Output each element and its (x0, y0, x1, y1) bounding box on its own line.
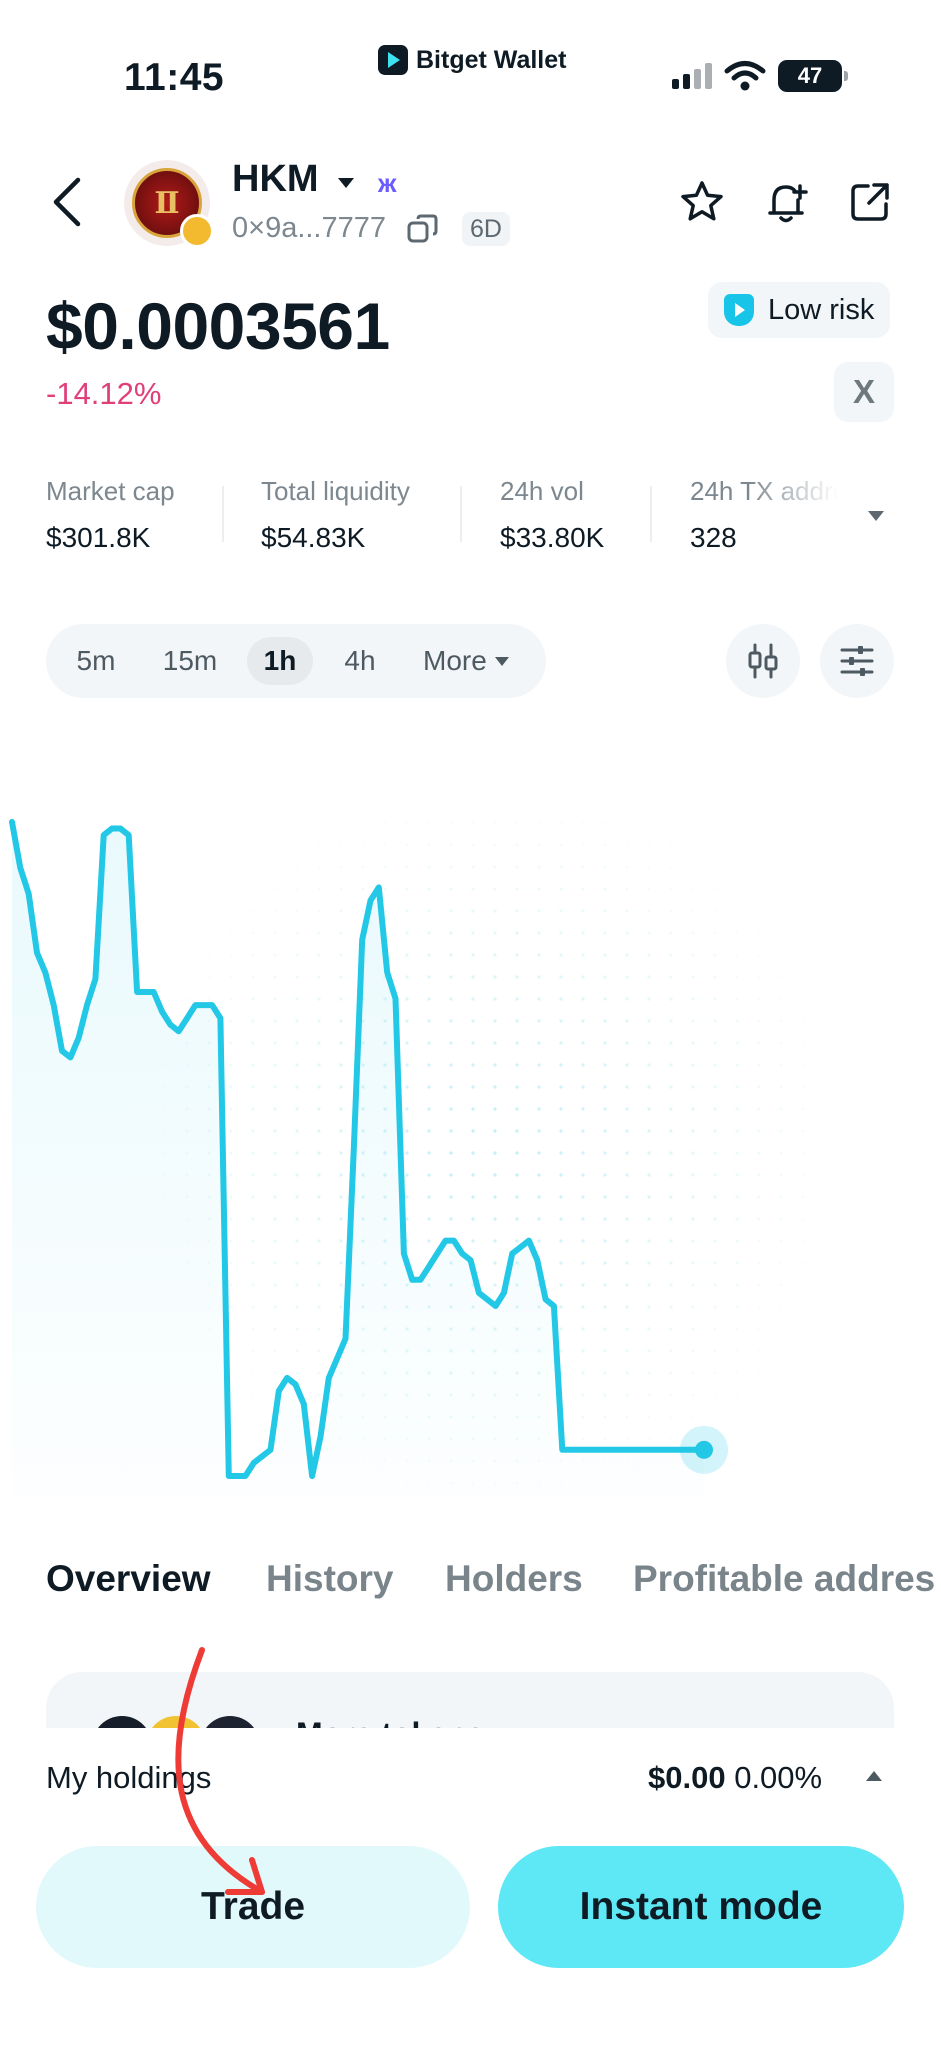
sliders-icon (840, 646, 874, 676)
tab-profitable-addresses[interactable]: Profitable addres (633, 1558, 935, 1600)
stat-liquidity-label: Total liquidity (261, 476, 410, 506)
status-time: 11:45 (124, 56, 225, 99)
holdings-label: My holdings (46, 1760, 212, 1795)
chart-settings-button[interactable] (820, 624, 894, 698)
contract-address: 0×9a...7777 (232, 212, 387, 244)
price-change: -14.12% (46, 376, 162, 411)
price-line-chart[interactable] (0, 790, 941, 1510)
app-name: Bitget Wallet (416, 45, 567, 74)
stat-volume-label: 24h vol (500, 476, 584, 506)
tab-overview[interactable]: Overview (46, 1558, 211, 1600)
stats-expand-icon[interactable] (868, 511, 884, 521)
trade-button[interactable]: Trade (36, 1846, 470, 1968)
stats-fade (748, 470, 868, 560)
holdings-percent: 0.00% (734, 1760, 823, 1795)
risk-label: Low risk (768, 293, 875, 326)
candlestick-icon (748, 643, 778, 679)
wifi-icon (724, 61, 766, 91)
stat-divider (222, 486, 224, 542)
token-dropdown-icon[interactable] (338, 178, 354, 188)
candlestick-toggle-button[interactable] (726, 624, 800, 698)
timeframe-more[interactable]: More (423, 641, 523, 681)
holdings-summary[interactable]: $0.00 0.00% (648, 1760, 822, 1796)
bnb-chain-icon (180, 214, 214, 248)
battery-level: 47 (797, 63, 823, 88)
timeframe-15m[interactable]: 15m (160, 641, 220, 681)
risk-badge[interactable]: Low risk (708, 282, 891, 338)
token-symbol[interactable]: HKM (232, 158, 319, 201)
stat-market-cap-label: Market cap (46, 476, 175, 506)
x-twitter-icon[interactable]: X (834, 362, 894, 422)
butterfly-icon: ж (378, 168, 397, 198)
timeframe-4h[interactable]: 4h (340, 641, 380, 681)
copy-icon[interactable] (406, 212, 440, 246)
battery-icon: 47 (778, 60, 848, 92)
stat-tx-value: 328 (690, 522, 737, 553)
tab-history[interactable]: History (266, 1558, 393, 1600)
chevron-down-icon (494, 656, 509, 666)
last-price-point (695, 1440, 713, 1459)
app-brand: Bitget Wallet (378, 44, 566, 76)
stat-divider (650, 486, 652, 542)
signal-icon (672, 63, 712, 89)
status-icons: 47 (672, 60, 848, 92)
stat-volume-value: $33.80K (500, 522, 605, 553)
bitget-logo-icon (378, 45, 408, 75)
back-icon[interactable] (48, 174, 88, 230)
instant-mode-button[interactable]: Instant mode (498, 1846, 904, 1968)
timeframe-1h[interactable]: 1h (247, 641, 313, 681)
star-icon[interactable] (678, 178, 726, 226)
shield-icon (724, 294, 754, 326)
share-icon[interactable] (846, 178, 894, 226)
holdings-value: $0.00 (648, 1760, 726, 1795)
stat-market-cap-value: $301.8K (46, 522, 151, 553)
tab-holders[interactable]: Holders (445, 1558, 583, 1600)
bell-plus-icon[interactable] (762, 178, 810, 226)
stat-liquidity-value: $54.83K (261, 522, 366, 553)
timeframe-5m[interactable]: 5m (72, 641, 120, 681)
token-price: $0.0003561 (46, 289, 390, 363)
stat-divider (460, 486, 462, 542)
token-age-badge: 6D (462, 212, 510, 246)
timeframe-more-label: More (423, 645, 487, 676)
chevron-up-icon[interactable] (866, 1771, 882, 1781)
